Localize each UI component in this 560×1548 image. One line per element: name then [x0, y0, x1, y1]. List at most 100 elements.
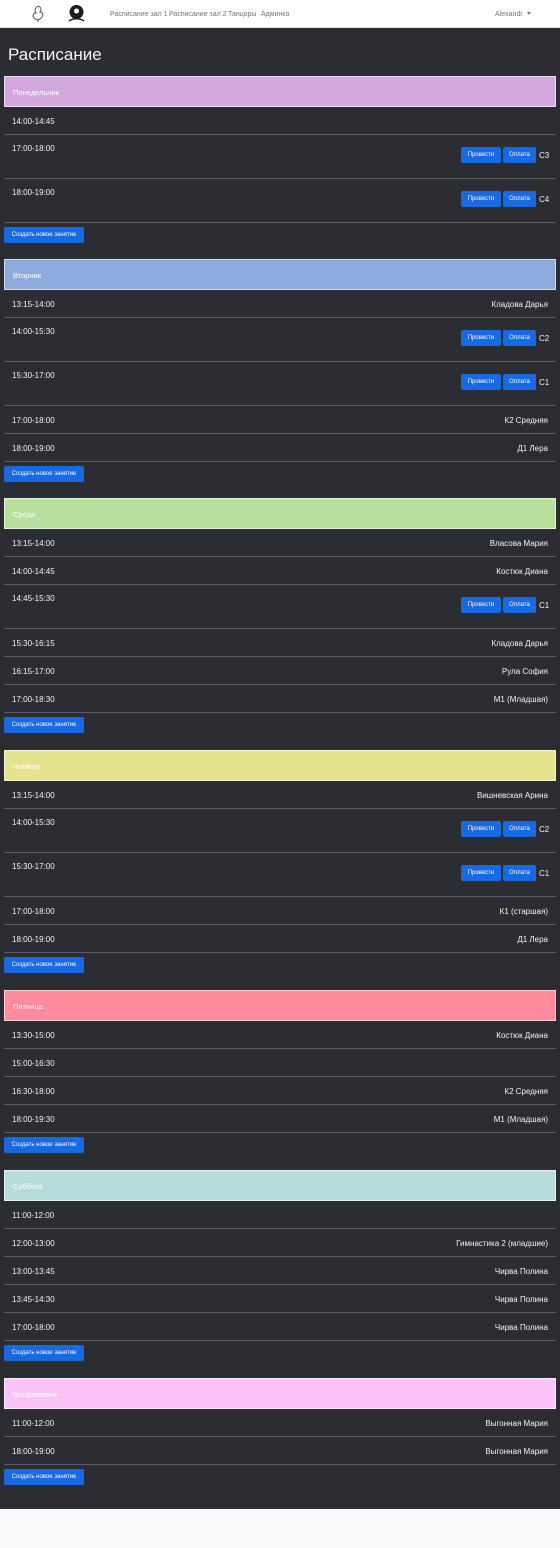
lesson-group: С1	[539, 601, 550, 610]
lesson-assignee: К1 (старшая)	[499, 907, 548, 916]
lesson-row: 13:00-13:45 Чирва Полина	[4, 1257, 556, 1285]
lesson-time: 15:30-16:15	[12, 639, 55, 648]
page-footer	[0, 1509, 560, 1548]
day-header: Суббота	[4, 1170, 556, 1201]
conduct-button[interactable]: Провести	[461, 330, 501, 346]
nav-schedule-hall-1[interactable]: Расписание зал 1	[110, 10, 168, 19]
lesson-time: 15:30-17:00	[12, 862, 55, 871]
payment-button[interactable]: Оплата	[503, 374, 536, 390]
lesson-row: 17:00-18:00 К2 Средняя	[4, 406, 556, 434]
payment-button[interactable]: Оплата	[503, 147, 536, 163]
lesson-row: 18:00-19:00 Выгонная Мария	[4, 1437, 556, 1465]
lesson-time: 14:45-15:30	[12, 594, 55, 603]
conduct-button[interactable]: Провести	[461, 597, 501, 613]
lesson-assignee: Выгонная Мария	[485, 1447, 548, 1456]
lesson-time: 15:30-17:00	[12, 371, 55, 380]
lesson-row: 14:00-15:30 Провести Оплата С2	[4, 318, 556, 362]
lesson-group: С4	[539, 195, 550, 204]
lesson-row: 15:30-17:00 Провести Оплата С1	[4, 853, 556, 897]
create-lesson-button[interactable]: Создать новое занятие	[4, 466, 84, 482]
create-lesson-button[interactable]: Создать новое занятие	[4, 717, 84, 733]
create-lesson-button[interactable]: Создать новое занятие	[4, 1345, 84, 1361]
lesson-assignee: М1 (Младшая)	[493, 695, 548, 704]
user-name: Alexandr	[495, 11, 523, 18]
lesson-time: 17:00-18:00	[12, 1323, 55, 1332]
lesson-time: 13:15-14:00	[12, 791, 55, 800]
payment-button[interactable]: Оплата	[503, 330, 536, 346]
create-lesson-button[interactable]: Создать новое занятие	[4, 1469, 84, 1485]
payment-button[interactable]: Оплата	[503, 191, 536, 207]
lesson-group: С3	[539, 151, 550, 160]
lesson-assignee: Чирва Полина	[494, 1267, 548, 1276]
lesson-time: 18:00-19:00	[12, 935, 55, 944]
lesson-row: 17:00-18:00 Чирва Полина	[4, 1313, 556, 1341]
lesson-time: 14:00-14:45	[12, 117, 55, 126]
lesson-assignee: Костюк Диана	[496, 567, 548, 576]
lesson-time: 11:00-12:00	[12, 1419, 55, 1428]
lesson-time: 13:00-13:45	[12, 1267, 55, 1276]
lesson-assignee: К2 Средняя	[504, 416, 548, 425]
lesson-row: 14:00-15:30 Провести Оплата С2	[4, 809, 556, 853]
nav-schedule-hall-2[interactable]: Расписание зал 2	[169, 10, 227, 19]
lesson-assignee: Д1 Лера	[517, 935, 548, 944]
lesson-time: 15:00-16:30	[12, 1059, 55, 1068]
payment-button[interactable]: Оплата	[503, 597, 536, 613]
nav-dancers[interactable]: Танцоры	[228, 10, 256, 19]
create-lesson-button[interactable]: Создать новое занятие	[4, 957, 84, 973]
lesson-assignee: Чирва Полина	[494, 1323, 548, 1332]
conduct-button[interactable]: Провести	[461, 374, 501, 390]
day-header: Пятница	[4, 990, 556, 1021]
lesson-row: 13:15-14:00 Кладова Дарья	[4, 290, 556, 318]
lesson-row: 17:00-18:30 М1 (Младшая)	[4, 685, 556, 713]
payment-button[interactable]: Оплата	[503, 865, 536, 881]
lesson-assignee: Костюк Диана	[496, 1031, 548, 1040]
day-header: Понедельник	[4, 76, 556, 107]
lesson-row: 13:15-14:00 Вишневская Арина	[4, 781, 556, 809]
brand-logo-icon[interactable]	[31, 5, 45, 23]
conduct-button[interactable]: Провести	[461, 821, 501, 837]
lesson-time: 17:00-18:30	[12, 695, 55, 704]
conduct-button[interactable]: Провести	[461, 147, 501, 163]
lesson-time: 14:00-14:45	[12, 567, 55, 576]
payment-button[interactable]: Оплата	[503, 821, 536, 837]
conduct-button[interactable]: Провести	[461, 191, 501, 207]
create-lesson-button[interactable]: Создать новое занятие	[4, 1137, 84, 1153]
lesson-row: 15:00-16:30	[4, 1049, 556, 1077]
schedule-main: Расписание Понедельник 14:00-14:45 17:00-1…	[0, 28, 560, 1509]
user-menu[interactable]: Alexandr	[495, 10, 531, 19]
lesson-assignee: Кладова Дарья	[491, 639, 548, 648]
lesson-row: 14:00-14:45 Костюк Диана	[4, 557, 556, 585]
lesson-group: С1	[539, 378, 550, 387]
lesson-row: 18:00-19:00 Д1 Лера	[4, 434, 556, 462]
lesson-row: 13:15-14:00 Власова Мария	[4, 529, 556, 557]
lesson-time: 18:00-19:00	[12, 444, 55, 453]
lesson-time: 18:00-19:00	[12, 1447, 55, 1456]
conduct-button[interactable]: Провести	[461, 865, 501, 881]
create-lesson-button[interactable]: Создать новое занятие	[4, 227, 84, 243]
lesson-assignee: К2 Средняя	[504, 1087, 548, 1096]
lesson-row: 17:00-18:00 Провести Оплата С3	[4, 135, 556, 179]
lesson-row: 15:30-16:15 Кладова Дарья	[4, 629, 556, 657]
lesson-assignee: Рула София	[501, 667, 548, 676]
lesson-time: 18:00-19:30	[12, 1115, 55, 1124]
lesson-time: 16:30-18:00	[12, 1087, 55, 1096]
lesson-time: 14:00-15:30	[12, 818, 55, 827]
lesson-row: 18:00-19:00 Д1 Лера	[4, 925, 556, 953]
lesson-assignee: Вишневская Арина	[476, 791, 548, 800]
lesson-row: 16:15-17:00 Рула София	[4, 657, 556, 685]
lesson-time: 11:00-12:00	[12, 1211, 55, 1220]
lesson-group: С1	[539, 869, 550, 878]
lesson-assignee: М1 (Младшая)	[493, 1115, 548, 1124]
nav-admin[interactable]: Админка	[261, 10, 289, 19]
day-header: Четверг	[4, 750, 556, 781]
lesson-time: 13:15-14:00	[12, 300, 55, 309]
lesson-time: 14:00-15:30	[12, 327, 55, 336]
day-header: Вторник	[4, 259, 556, 290]
lesson-time: 18:00-19:00	[12, 188, 55, 197]
lesson-row: 14:45-15:30 Провести Оплата С1	[4, 585, 556, 629]
lesson-row: 11:00-12:00	[4, 1201, 556, 1229]
lesson-assignee: Чирва Полина	[494, 1295, 548, 1304]
lesson-row: 17:00-18:00 К1 (старшая)	[4, 897, 556, 925]
studio-logo-icon[interactable]	[67, 4, 86, 24]
navbar: Расписание зал 1 Расписание зал 2 Танцор…	[0, 0, 560, 28]
